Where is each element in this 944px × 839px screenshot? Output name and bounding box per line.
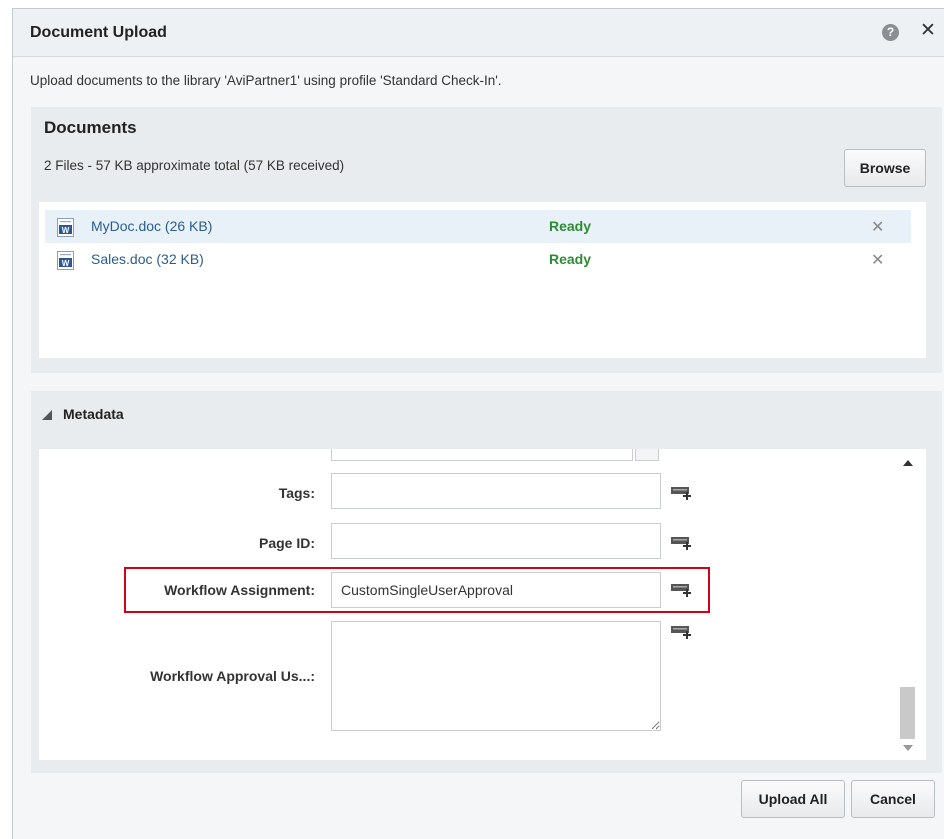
word-document-icon: W [57, 218, 74, 237]
partial-button[interactable] [635, 449, 659, 461]
workflow-approval-users-label: Workflow Approval Us...: [150, 668, 315, 684]
file-list: W MyDoc.doc (26 KB) Ready ✕ W Sales.doc … [39, 202, 926, 358]
file-name[interactable]: MyDoc.doc (26 KB) [91, 218, 212, 234]
metadata-panel: Metadata Tags: Page ID: Workflow Assignm… [31, 391, 942, 773]
svg-text:W: W [62, 259, 70, 268]
file-row[interactable]: W MyDoc.doc (26 KB) Ready ✕ [45, 210, 911, 243]
dialog-titlebar: Document Upload ? ✕ [13, 9, 944, 57]
documents-panel: Documents 2 Files - 57 KB approximate to… [31, 107, 942, 373]
file-row[interactable]: W Sales.doc (32 KB) Ready ✕ [45, 243, 911, 276]
tags-input[interactable] [331, 473, 661, 509]
scroll-thumb[interactable] [900, 687, 915, 739]
metadata-scrollbar[interactable] [899, 449, 919, 760]
file-status: Ready [549, 218, 592, 234]
close-icon[interactable]: ✕ [919, 21, 937, 41]
file-name[interactable]: Sales.doc (32 KB) [91, 251, 204, 267]
word-document-icon: W [57, 251, 74, 270]
upload-all-button[interactable]: Upload All [741, 780, 845, 818]
scroll-down-arrow-icon[interactable] [903, 745, 913, 751]
partial-input[interactable] [331, 449, 633, 461]
page-id-label: Page ID: [258, 535, 315, 551]
document-upload-dialog: Document Upload ? ✕ Upload documents to … [12, 8, 944, 839]
cancel-button[interactable]: Cancel [851, 780, 935, 818]
dialog-title: Document Upload [30, 24, 167, 41]
metadata-heading: Metadata [63, 406, 124, 422]
workflow-assignment-label: Workflow Assignment: [164, 582, 315, 598]
scroll-up-arrow-icon[interactable] [903, 460, 913, 466]
help-icon[interactable]: ? [882, 24, 899, 41]
add-value-icon[interactable] [670, 485, 692, 501]
workflow-approval-users-input[interactable] [331, 621, 661, 731]
add-value-icon[interactable] [670, 582, 692, 598]
file-status: Ready [549, 251, 592, 267]
intro-text: Upload documents to the library 'AviPart… [30, 73, 502, 88]
metadata-form: Tags: Page ID: Workflow Assignment: Cust… [39, 449, 926, 760]
tags-label: Tags: [278, 485, 315, 501]
add-value-icon[interactable] [670, 624, 692, 640]
remove-icon[interactable]: ✕ [871, 250, 884, 270]
workflow-assignment-input[interactable] [331, 572, 661, 608]
add-value-icon[interactable] [670, 535, 692, 551]
svg-text:W: W [62, 226, 70, 235]
page-id-input[interactable] [331, 523, 661, 559]
documents-heading: Documents [44, 118, 137, 137]
triangle-down-icon[interactable] [42, 410, 52, 420]
files-summary: 2 Files - 57 KB approximate total (57 KB… [44, 158, 345, 173]
remove-icon[interactable]: ✕ [871, 217, 884, 237]
browse-button[interactable]: Browse [844, 149, 926, 187]
